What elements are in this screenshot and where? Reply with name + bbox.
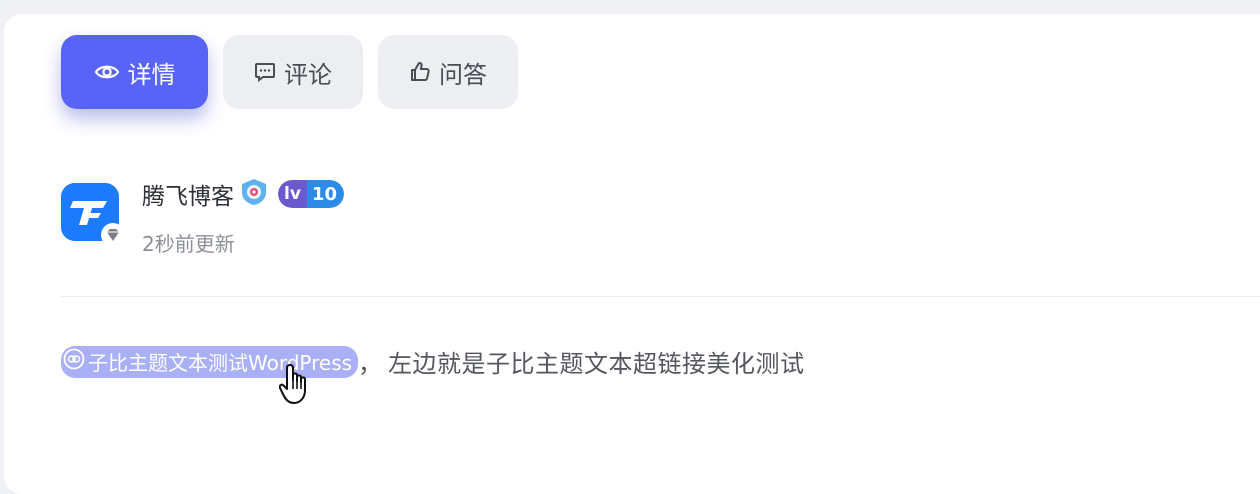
- thumbs-up-icon: [409, 61, 431, 83]
- update-time: 2秒前更新: [142, 232, 235, 256]
- author-name[interactable]: 腾飞博客: [142, 177, 234, 211]
- separator: ，: [358, 350, 383, 378]
- eye-icon: [94, 62, 120, 82]
- tab-details[interactable]: 详情: [61, 35, 208, 109]
- level-number: 10: [306, 180, 344, 208]
- author-block: 腾飞博客 lv 10 2秒前更新: [61, 177, 661, 257]
- tab-qa-label: 问答: [439, 60, 487, 89]
- avatar[interactable]: [61, 183, 125, 247]
- tab-bar: 详情 评论 问答: [61, 35, 518, 109]
- vip-medal-icon: [238, 177, 270, 211]
- hand-cursor-icon: [278, 362, 315, 410]
- divider: [61, 296, 1260, 297]
- comment-icon: [254, 61, 276, 83]
- level-badge: lv 10: [278, 180, 344, 208]
- post-content: 子比主题文本测试WordPress ， 左边就是子比主题文本超链接美化测试: [61, 344, 805, 379]
- tab-comments-label: 评论: [284, 60, 332, 89]
- tab-details-label: 详情: [127, 60, 176, 89]
- tab-qa[interactable]: 问答: [378, 35, 518, 109]
- tab-comments[interactable]: 评论: [223, 35, 363, 109]
- level-prefix: lv: [278, 180, 307, 208]
- link-icon: [63, 348, 85, 375]
- body-text: 左边就是子比主题文本超链接美化测试: [388, 350, 805, 378]
- verified-badge-icon: [101, 223, 125, 247]
- author-name-row: 腾飞博客 lv 10: [142, 177, 344, 211]
